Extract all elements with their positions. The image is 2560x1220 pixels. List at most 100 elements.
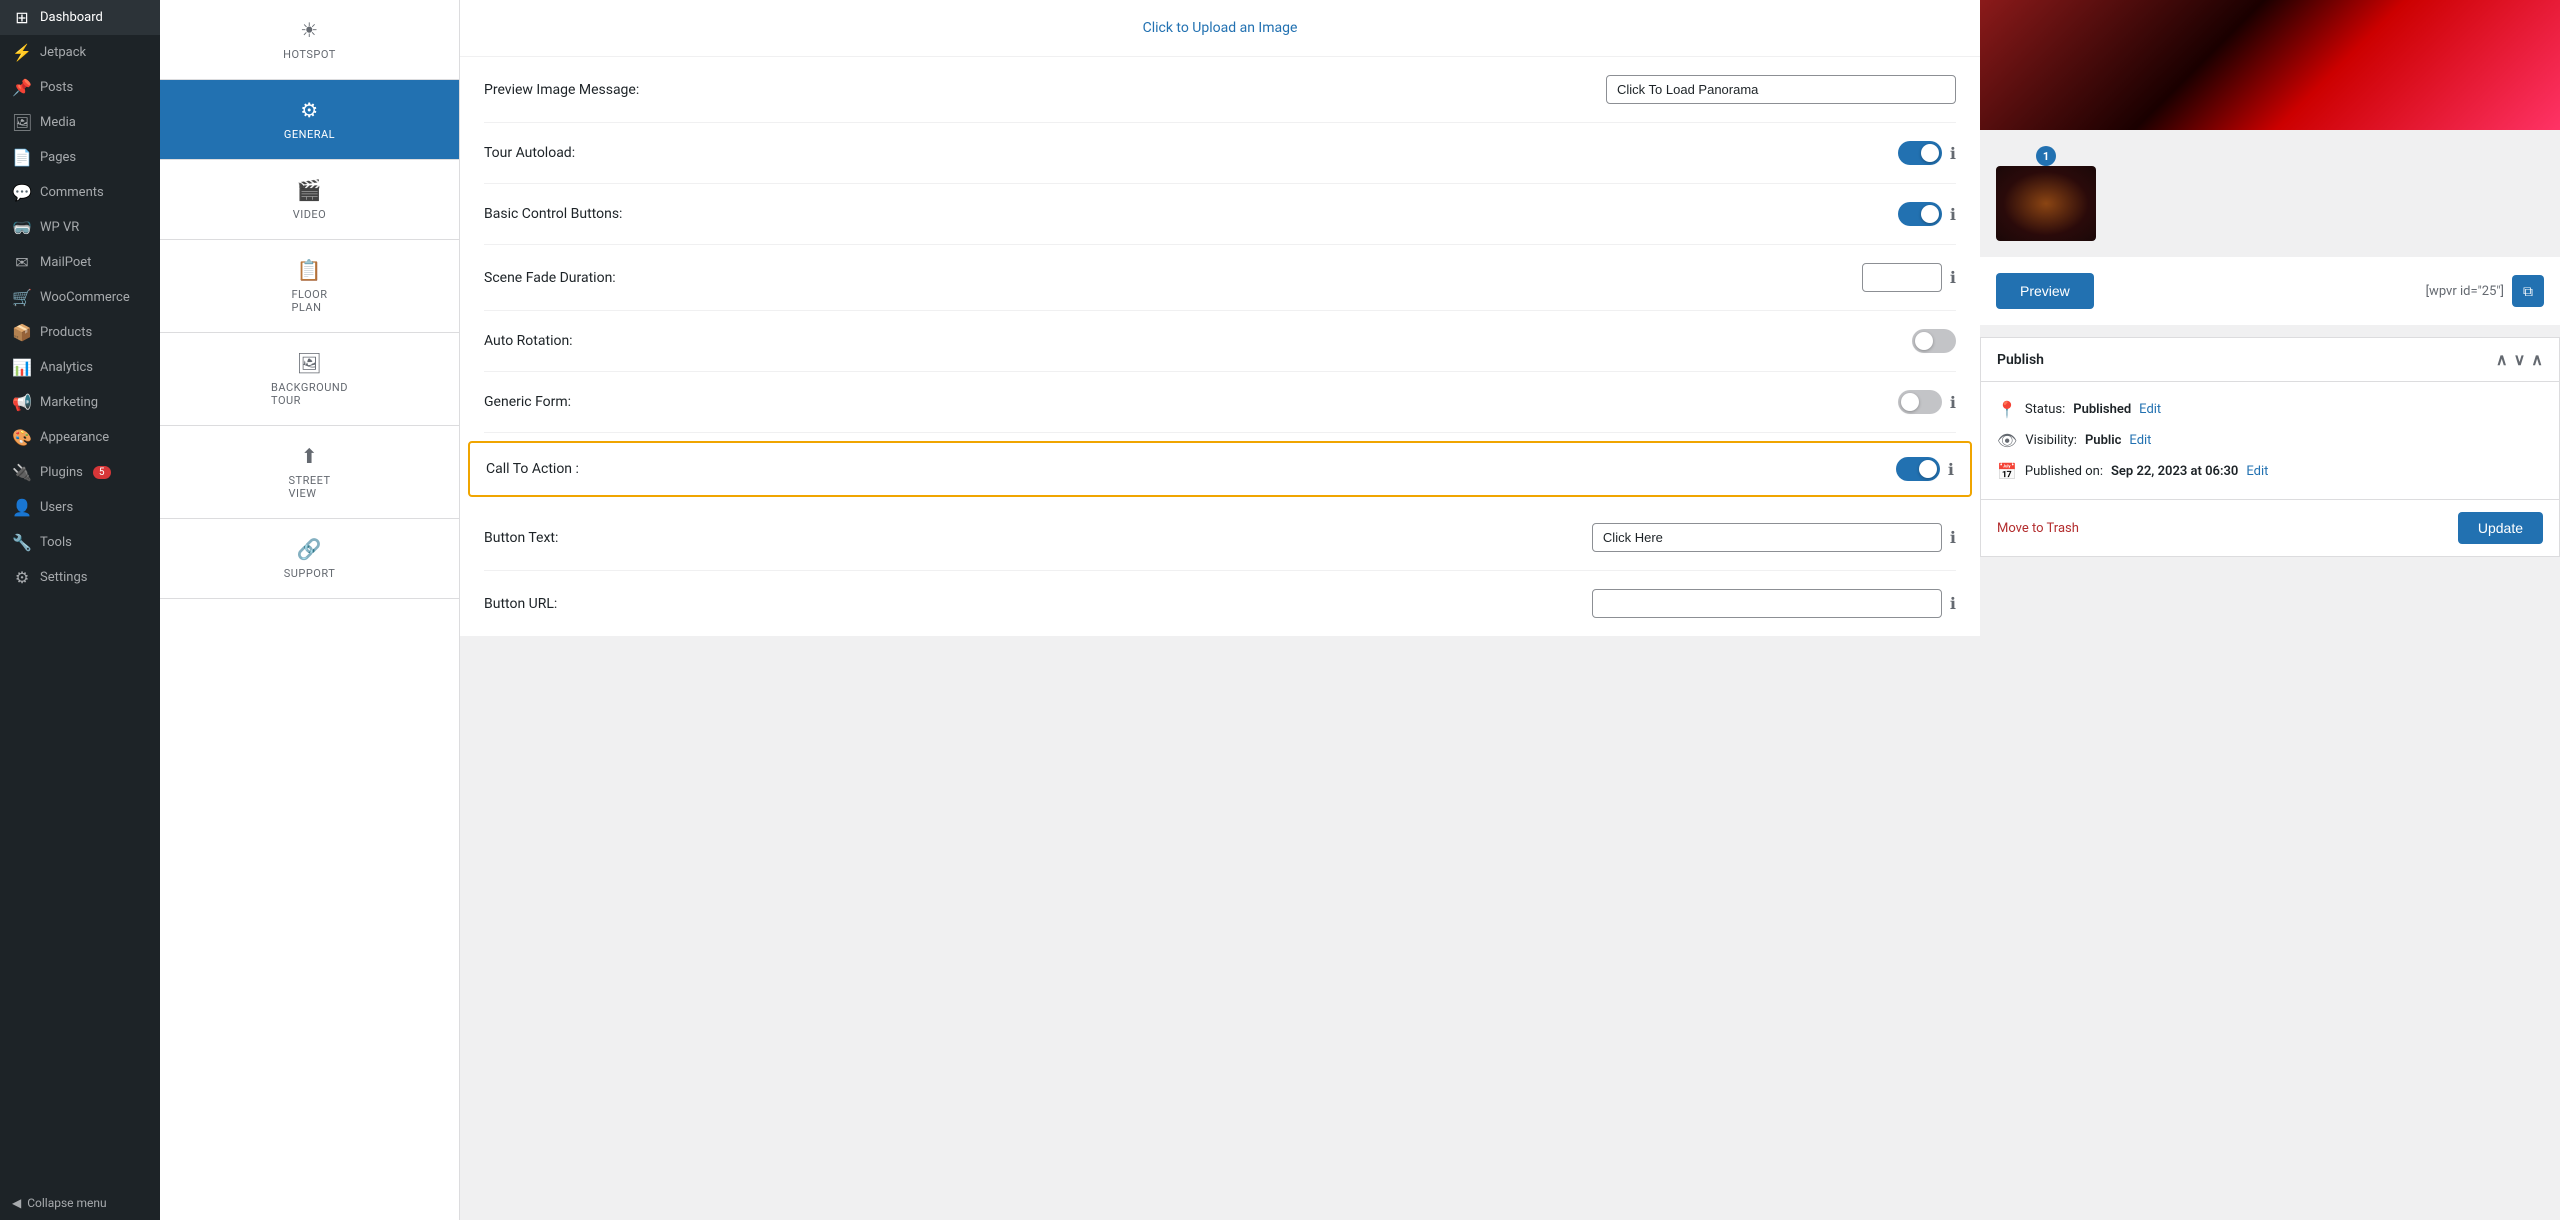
publish-body: 📍 Status: Published Edit 👁 Visibility: P… [1981, 382, 2559, 499]
sidebar-item-users[interactable]: 👤 Users [0, 490, 160, 525]
move-to-trash-link[interactable]: Move to Trash [1997, 521, 2079, 536]
sidebar-item-tools[interactable]: 🔧 Tools [0, 525, 160, 560]
preview-image-message-input[interactable] [1606, 75, 1956, 104]
sidebar-item-posts[interactable]: 📌 Posts [0, 70, 160, 105]
media-icon: 🖼 [12, 113, 32, 132]
sidebar-item-settings[interactable]: ⚙ Settings [0, 560, 160, 595]
button-url-input[interactable] [1592, 589, 1942, 618]
call-to-action-info-icon[interactable]: ℹ [1948, 460, 1954, 479]
sidebar-item-pages[interactable]: 📄 Pages [0, 140, 160, 175]
visibility-edit-link[interactable]: Edit [2129, 433, 2151, 448]
plugins-icon: 🔌 [12, 463, 32, 482]
sidebar-item-analytics[interactable]: 📊 Analytics [0, 350, 160, 385]
collapse-close-icon[interactable]: ∧ [2531, 350, 2543, 369]
sidebar-item-label: Analytics [40, 360, 93, 375]
call-to-action-row: Call To Action : ℹ [468, 441, 1972, 497]
collapse-menu-button[interactable]: ◀ Collapse menu [0, 1186, 160, 1220]
collapse-down-icon[interactable]: ∨ [2514, 350, 2526, 369]
status-icon: 📍 [1997, 400, 2017, 419]
preview-image-message-label: Preview Image Message: [484, 82, 639, 98]
upload-label: Click to Upload an Image [1143, 20, 1298, 36]
button-text-input[interactable] [1592, 523, 1942, 552]
floor-plan-nav-label: FLOORPLAN [291, 288, 327, 314]
sidebar-item-marketing[interactable]: 📢 Marketing [0, 385, 160, 420]
generic-form-label: Generic Form: [484, 394, 571, 410]
preview-button[interactable]: Preview [1996, 273, 2094, 309]
nav-street-view[interactable]: ⬆ STREETVIEW [160, 426, 459, 519]
collapse-up-icon[interactable]: ∧ [2496, 350, 2508, 369]
settings-nav-panel: ☀ HOTSPOT ⚙ GENERAL 🎬 VIDEO 📋 FLOORPLAN … [160, 0, 460, 1220]
scene-fade-duration-controls: ℹ [1862, 263, 1956, 292]
sidebar-item-media[interactable]: 🖼 Media [0, 105, 160, 140]
appearance-icon: 🎨 [12, 428, 32, 447]
sidebar-item-label: Posts [40, 80, 73, 95]
tour-autoload-info-icon[interactable]: ℹ [1950, 144, 1956, 163]
general-nav-label: GENERAL [284, 128, 335, 141]
tour-autoload-toggle[interactable] [1898, 141, 1942, 165]
scene-fade-duration-input[interactable] [1862, 263, 1942, 292]
nav-background-tour[interactable]: 🖼 BACKGROUNDTOUR [160, 333, 459, 426]
hotspot-nav-label: HOTSPOT [283, 48, 336, 61]
nav-support[interactable]: 🔗 SUPPORT [160, 519, 459, 599]
sidebar-item-products[interactable]: 📦 Products [0, 315, 160, 350]
sidebar-item-label: Tools [40, 535, 72, 550]
calendar-icon: 📅 [1997, 462, 2017, 481]
right-panel: 1 Preview [wpvr id="25"] ⧉ Publish ∧ ∨ ∧ [1980, 0, 2560, 1220]
nav-general[interactable]: ⚙ GENERAL [160, 80, 459, 160]
sidebar-item-label: WooCommerce [40, 290, 130, 305]
street-view-nav-label: STREETVIEW [288, 474, 330, 500]
thumbnail-image [1996, 166, 2096, 241]
video-nav-icon: 🎬 [297, 178, 322, 202]
button-url-info-icon[interactable]: ℹ [1950, 594, 1956, 613]
published-edit-link[interactable]: Edit [2246, 464, 2268, 479]
upload-bar[interactable]: Click to Upload an Image [460, 0, 1980, 57]
status-edit-link[interactable]: Edit [2139, 402, 2161, 417]
scene-fade-duration-row: Scene Fade Duration: ℹ [484, 245, 1956, 311]
nav-hotspot[interactable]: ☀ HOTSPOT [160, 0, 459, 80]
scene-fade-duration-info-icon[interactable]: ℹ [1950, 268, 1956, 287]
status-label: Status: [2025, 402, 2065, 417]
generic-form-toggle-wrap: ℹ [1898, 390, 1956, 414]
floor-plan-nav-icon: 📋 [297, 258, 322, 282]
sidebar-item-plugins[interactable]: 🔌 Plugins 5 [0, 455, 160, 490]
sidebar-item-label: Marketing [40, 395, 98, 410]
button-text-info-icon[interactable]: ℹ [1950, 528, 1956, 547]
call-to-action-toggle[interactable] [1896, 457, 1940, 481]
nav-video[interactable]: 🎬 VIDEO [160, 160, 459, 240]
preview-image-large [1980, 0, 2560, 130]
sidebar: ⊞ Dashboard ⚡ Jetpack 📌 Posts 🖼 Media 📄 … [0, 0, 160, 1220]
sidebar-item-label: Settings [40, 570, 87, 585]
content-area: Click to Upload an Image Preview Image M… [460, 0, 1980, 1220]
generic-form-info-icon[interactable]: ℹ [1950, 393, 1956, 412]
general-nav-icon: ⚙ [300, 98, 318, 122]
sidebar-item-dashboard[interactable]: ⊞ Dashboard [0, 0, 160, 35]
sidebar-item-comments[interactable]: 💬 Comments [0, 175, 160, 210]
sidebar-item-wpvr[interactable]: 🥽 WP VR [0, 210, 160, 245]
analytics-icon: 📊 [12, 358, 32, 377]
generic-form-row: Generic Form: ℹ [484, 372, 1956, 433]
sidebar-item-woocommerce[interactable]: 🛒 WooCommerce [0, 280, 160, 315]
generic-form-toggle[interactable] [1898, 390, 1942, 414]
video-nav-label: VIDEO [293, 208, 327, 221]
sidebar-item-label: Comments [40, 185, 104, 200]
nav-floor-plan[interactable]: 📋 FLOORPLAN [160, 240, 459, 333]
update-button[interactable]: Update [2458, 512, 2543, 544]
auto-rotation-toggle[interactable] [1912, 329, 1956, 353]
sidebar-item-label: Appearance [40, 430, 109, 445]
call-to-action-toggle-wrap: ℹ [1896, 457, 1954, 481]
published-label: Published on: [2025, 464, 2103, 479]
sidebar-item-mailpoet[interactable]: ✉ MailPoet [0, 245, 160, 280]
sidebar-item-label: Pages [40, 150, 76, 165]
sidebar-item-appearance[interactable]: 🎨 Appearance [0, 420, 160, 455]
background-tour-nav-label: BACKGROUNDTOUR [271, 381, 348, 407]
preview-image-message-row: Preview Image Message: [484, 57, 1956, 123]
copy-shortcode-button[interactable]: ⧉ [2512, 275, 2544, 307]
collapse-arrow-icon: ◀ [12, 1196, 21, 1210]
dashboard-icon: ⊞ [12, 8, 32, 27]
marketing-icon: 📢 [12, 393, 32, 412]
button-text-label: Button Text: [484, 530, 558, 546]
basic-control-buttons-toggle[interactable] [1898, 202, 1942, 226]
basic-control-buttons-info-icon[interactable]: ℹ [1950, 205, 1956, 224]
button-text-row: Button Text: ℹ [484, 505, 1956, 571]
sidebar-item-jetpack[interactable]: ⚡ Jetpack [0, 35, 160, 70]
